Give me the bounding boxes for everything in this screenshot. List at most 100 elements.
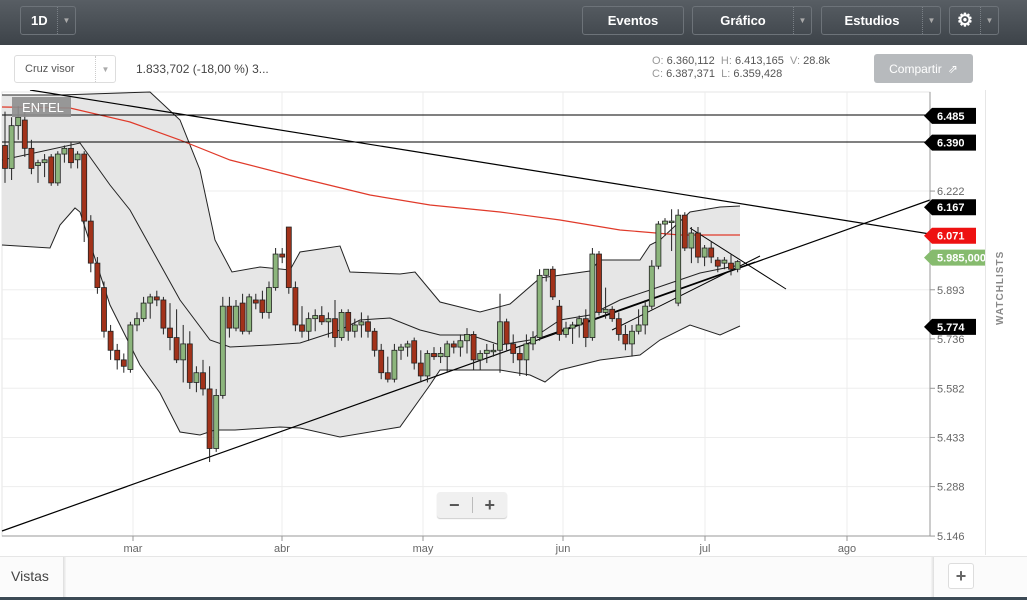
candle-body xyxy=(648,265,655,307)
candle-body xyxy=(246,296,253,332)
candle-body xyxy=(259,299,266,313)
candle xyxy=(536,269,543,341)
candle-body xyxy=(708,247,715,258)
estudios-dropdown[interactable]: Estudios ▼ xyxy=(821,6,941,35)
candle-body xyxy=(444,343,451,358)
candle-body xyxy=(490,349,497,353)
candle xyxy=(48,154,55,186)
candle-body xyxy=(114,349,121,361)
candle xyxy=(648,260,655,310)
candle-body xyxy=(200,372,206,390)
candle xyxy=(54,151,61,186)
candle-body xyxy=(233,305,239,329)
candle-body xyxy=(252,299,259,304)
candle-body xyxy=(101,287,107,332)
share-icon: ⇗ xyxy=(947,61,958,76)
candle xyxy=(127,321,134,373)
grafico-label: Gráfico xyxy=(720,13,766,28)
candle-body xyxy=(404,343,411,348)
y-tick-label: 5.433 xyxy=(937,432,965,444)
candle-body xyxy=(173,337,180,361)
candle-body xyxy=(675,214,682,304)
share-button[interactable]: Compartir ⇗ xyxy=(874,54,973,83)
y-tick-label: 6.222 xyxy=(937,186,965,198)
candle-body xyxy=(655,223,662,267)
candle-body xyxy=(424,353,431,377)
candle-body xyxy=(477,353,484,361)
candle-body xyxy=(464,334,470,342)
candle-body xyxy=(411,340,418,364)
candle-body xyxy=(180,343,187,361)
candle xyxy=(285,226,292,294)
candle-body xyxy=(226,305,233,329)
candle-body xyxy=(668,220,675,223)
candle-body xyxy=(219,305,226,396)
x-tick-label: mar xyxy=(124,543,143,555)
zoom-in-button[interactable]: + xyxy=(473,495,508,516)
crosshair-select[interactable]: Cruz visor ▼ xyxy=(14,55,116,83)
candle-body xyxy=(239,302,246,332)
candle xyxy=(338,309,345,341)
candle-body xyxy=(2,145,8,169)
candle-body xyxy=(576,318,583,326)
candle-body xyxy=(213,395,220,449)
candle-body xyxy=(28,147,35,169)
candle-body xyxy=(398,346,404,351)
x-tick-label: jul xyxy=(698,543,710,555)
candle-body xyxy=(305,318,312,332)
y-tick-label: 5.736 xyxy=(937,334,965,346)
y-tick-label: 5.893 xyxy=(937,285,965,297)
symbol-label: ENTEL xyxy=(22,100,64,115)
candle-body xyxy=(642,305,649,326)
candle xyxy=(219,296,226,399)
candle-body xyxy=(279,253,286,258)
candle-body xyxy=(688,232,695,249)
info-bar: Cruz visor ▼ 1.833,702 (-18,00 %) 3... O:… xyxy=(0,45,1027,90)
x-tick-label: abr xyxy=(274,543,290,555)
candle-body xyxy=(470,334,477,361)
eventos-button[interactable]: Eventos xyxy=(582,6,684,35)
candle-body xyxy=(510,343,517,354)
zoom-out-button[interactable]: − xyxy=(437,495,472,516)
price-label-text: 5.774 xyxy=(937,322,965,334)
candle-body xyxy=(68,147,74,164)
price-label: 6.485 xyxy=(924,107,976,124)
candle-body xyxy=(81,153,88,222)
add-view-button[interactable]: + xyxy=(948,563,974,589)
watchlists-panel[interactable]: WATCHLISTS xyxy=(985,90,1023,555)
chevron-down-icon: ▼ xyxy=(57,7,75,34)
candle-body xyxy=(160,299,167,329)
interval-dropdown[interactable]: 1D ▼ xyxy=(20,6,76,35)
candle-body xyxy=(635,324,642,332)
price-label: 6.071 xyxy=(924,227,976,244)
price-chart[interactable]: 6.222 5.893 5.736 5.582 5.433 5.288 5.146 mar a… xyxy=(0,90,985,556)
price-label: 5.985,000 xyxy=(924,249,985,266)
candle-body xyxy=(140,302,147,320)
watchlists-label: WATCHLISTS xyxy=(995,250,1006,325)
candle-body xyxy=(569,324,576,329)
volume-value: 28.8k xyxy=(803,55,831,67)
candle-body xyxy=(701,247,708,258)
candle-body xyxy=(609,308,616,320)
candle-body xyxy=(615,318,622,335)
candle xyxy=(681,212,688,252)
low-value: 6.359,428 xyxy=(733,68,783,80)
candle-body xyxy=(503,321,510,345)
candle-body xyxy=(450,343,457,348)
price-label: 5.774 xyxy=(924,318,976,335)
price-label: 6.167 xyxy=(924,199,976,216)
candle-body xyxy=(147,296,154,304)
candle-body xyxy=(325,318,332,323)
estudios-label: Estudios xyxy=(844,13,900,28)
candle-body xyxy=(345,312,352,332)
close-value: 6.387,371 xyxy=(666,68,715,80)
candle-body xyxy=(629,330,635,345)
high-value: 6.413,165 xyxy=(734,55,784,67)
candle-body xyxy=(358,321,365,326)
candle-body xyxy=(54,153,61,184)
candle xyxy=(292,281,299,332)
settings-dropdown[interactable]: ⚙ ▼ xyxy=(949,6,999,35)
interval-label: 1D xyxy=(31,13,48,28)
x-tick-label: may xyxy=(413,543,434,555)
grafico-dropdown[interactable]: Gráfico ▼ xyxy=(692,6,812,35)
